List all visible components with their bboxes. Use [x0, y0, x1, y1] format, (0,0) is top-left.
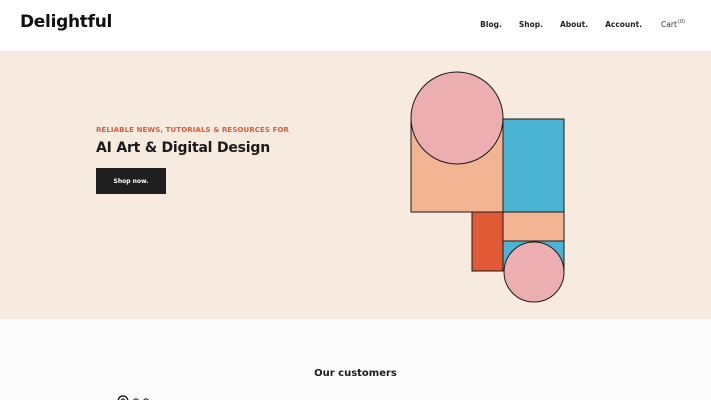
cart-link[interactable]: Cart (0): [661, 19, 685, 29]
small-pink-circle: [503, 241, 565, 303]
nav-blog[interactable]: Blog.: [480, 20, 502, 29]
nav-shop[interactable]: Shop.: [519, 20, 543, 29]
hero-geometric-illustration: [410, 71, 565, 303]
shop-now-button[interactable]: Shop now.: [96, 168, 166, 194]
nav-account[interactable]: Account.: [605, 20, 642, 29]
blue-rectangle: [502, 118, 565, 213]
large-pink-circle: [410, 71, 504, 165]
customers-title: Our customers: [314, 368, 397, 379]
peach-band: [502, 211, 565, 242]
hero-eyebrow: RELIABLE NEWS, TUTORIALS & RESOURCES FOR: [96, 126, 290, 134]
customer-logo-icon: [117, 395, 149, 400]
customers-section: Our customers: [0, 319, 711, 400]
cart-label: Cart: [661, 20, 677, 29]
main-nav: Blog. Shop. About. Account. Cart (0): [463, 19, 685, 29]
orange-rectangle: [471, 211, 504, 272]
hero-headline: AI Art & Digital Design: [96, 140, 270, 156]
nav-about[interactable]: About.: [560, 20, 588, 29]
site-header: Delightful Blog. Shop. About. Account. C…: [0, 0, 711, 51]
cart-count-badge: (0): [677, 19, 685, 25]
site-logo[interactable]: Delightful: [20, 12, 112, 32]
